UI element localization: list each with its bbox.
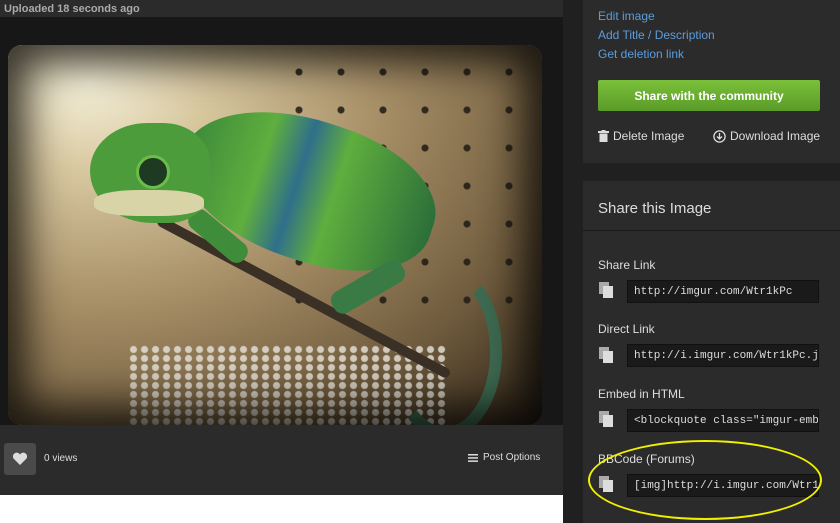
highlight-annotation [588, 440, 822, 520]
image-column: Uploaded 18 seconds ago 0 views Post Opt… [0, 0, 563, 495]
menu-icon [468, 453, 478, 462]
download-image-button[interactable]: Download Image [713, 129, 820, 143]
share-link-field[interactable]: http://imgur.com/Wtr1kPc [627, 280, 819, 303]
upload-status: Uploaded 18 seconds ago [4, 3, 140, 15]
divider [583, 230, 840, 231]
add-title-link[interactable]: Add Title / Description [598, 28, 715, 42]
image-actions-bar: 0 views Post Options [0, 430, 563, 490]
post-options-button[interactable]: Post Options [468, 452, 540, 463]
favorite-button[interactable] [4, 443, 36, 475]
embed-html-field[interactable]: <blockquote class="imgur-embed-pub" [627, 409, 819, 432]
copy-icon[interactable] [599, 411, 613, 427]
share-link-label: Share Link [598, 258, 656, 272]
uploaded-image[interactable] [8, 45, 542, 425]
download-icon [713, 129, 726, 143]
share-panel-title: Share this Image [598, 200, 712, 217]
copy-icon[interactable] [599, 347, 613, 363]
post-options-label: Post Options [483, 452, 541, 463]
download-image-label: Download Image [730, 129, 821, 143]
image-frame [0, 17, 563, 425]
edit-image-link[interactable]: Edit image [598, 9, 655, 23]
deletion-link[interactable]: Get deletion link [598, 47, 684, 61]
heart-icon [12, 452, 28, 465]
view-count: 0 views [44, 453, 78, 464]
embed-html-label: Embed in HTML [598, 387, 685, 401]
trash-icon [598, 130, 609, 142]
image-options-panel: Edit image Add Title / Description Get d… [583, 0, 840, 163]
share-community-button[interactable]: Share with the community [598, 80, 820, 111]
copy-icon[interactable] [599, 282, 613, 298]
vignette [8, 45, 542, 425]
direct-link-label: Direct Link [598, 322, 655, 336]
delete-image-button[interactable]: Delete Image [598, 129, 684, 143]
delete-image-label: Delete Image [613, 129, 685, 143]
direct-link-field[interactable]: http://i.imgur.com/Wtr1kPc.jpg [627, 344, 819, 367]
